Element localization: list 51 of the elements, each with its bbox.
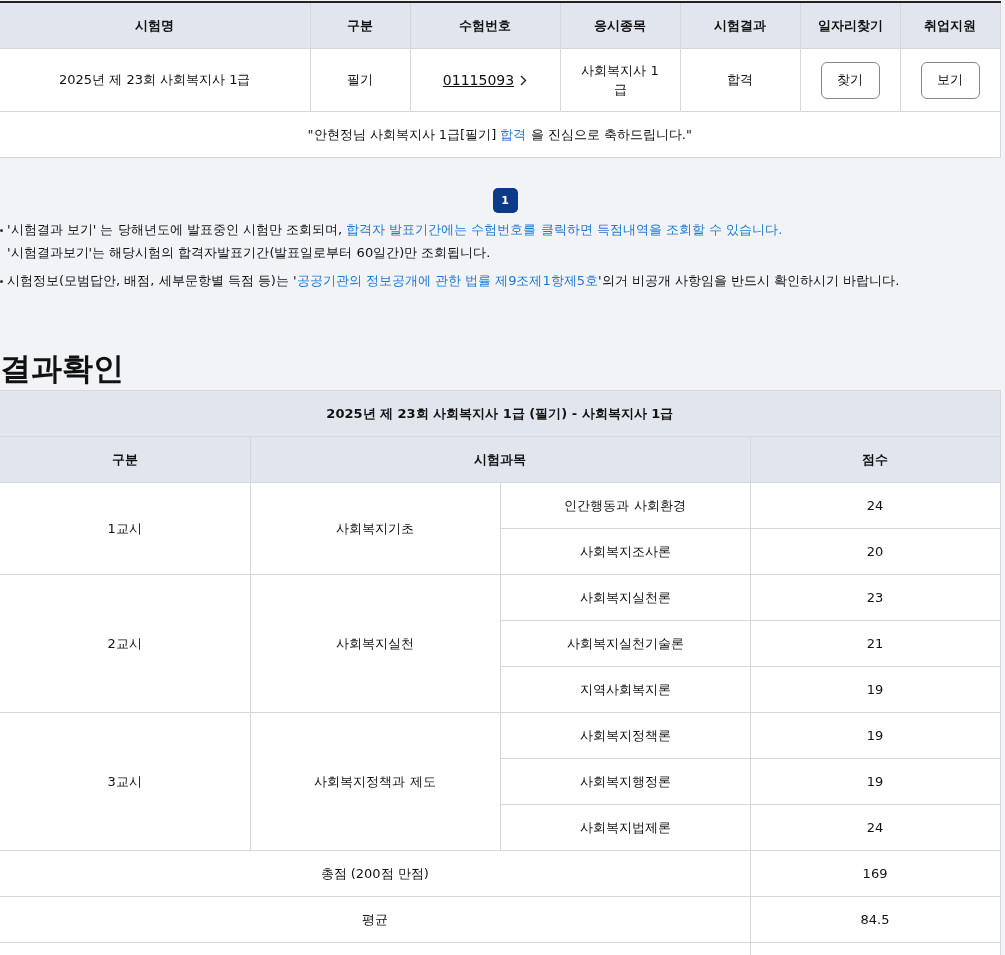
- table-cell: 총점 (200점 만점): [0, 850, 750, 897]
- page-button[interactable]: 1: [492, 188, 518, 213]
- table-cell: 지역사회복지론: [500, 666, 750, 713]
- table-cell: 사회복지정책과 제도: [250, 712, 500, 851]
- table-cell: 사회복지실천: [250, 574, 500, 713]
- column-header: 시험과목: [250, 436, 750, 483]
- table-cell: 사회복지기초: [250, 482, 500, 575]
- table-cell: 21: [750, 620, 1001, 667]
- column-header: 수험번호: [410, 2, 560, 49]
- column-header: 응시종목: [560, 2, 680, 49]
- table-cell: 1교시: [0, 482, 250, 575]
- table-cell: 인간행동과 사회환경: [500, 482, 750, 529]
- table-cell: 23: [750, 574, 1001, 621]
- column-header: 취업지원: [900, 2, 1000, 49]
- table-cell-text: 사회복지사 1급: [580, 62, 660, 99]
- table-cell: 3교시: [0, 712, 250, 851]
- chevron-right-icon: [520, 74, 528, 86]
- table-cell: 사회복지실천론: [500, 574, 750, 621]
- score-table-title: 2025년 제 23회 사회복지사 1급 (필기) - 사회복지사 1급: [0, 390, 1001, 437]
- table-cell: 필기: [310, 48, 410, 112]
- table-cell: 사회복지조사론: [500, 528, 750, 575]
- column-header: 점수: [750, 436, 1001, 483]
- table-cell: 사회복지실천기술론: [500, 620, 750, 667]
- table-cell: 19: [750, 666, 1001, 713]
- table-cell: 24: [750, 482, 1001, 529]
- column-header: 일자리찾기: [800, 2, 900, 49]
- table-cell: 합격: [680, 48, 800, 112]
- table-cell: 2025년 제 23회 사회복지사 1급: [0, 48, 310, 112]
- congratulation-message: "안현정님 사회복지사 1급[필기] 합격 을 진심으로 축하드립니다.": [307, 126, 692, 142]
- table-cell: 19: [750, 758, 1001, 805]
- table-cell: 2교시: [0, 574, 250, 713]
- find-job-button[interactable]: 찾기: [820, 61, 880, 99]
- table-cell: 19: [750, 712, 1001, 759]
- table-cell: 평균: [0, 896, 750, 943]
- view-button[interactable]: 보기: [920, 61, 980, 99]
- notice-text: 시험정보(모범답안, 배점, 세부문항별 득점 등)는 '공공기관의 정보공개에 관한 법률 제9조제1항제5호'의거 비공개 사항임을 반드시 확인하시기 바랍니다.: [7, 272, 900, 290]
- notice-text: '시험결과보기'는 해당시험의 합격자발표기간(발표일로부터 60일간)만 조회됩니다.: [7, 244, 491, 262]
- column-header: 구분: [0, 436, 250, 483]
- section-title: 결과확인: [0, 352, 125, 384]
- column-header: 구분: [310, 2, 410, 49]
- table-cell: 사회복지법제론: [500, 804, 750, 851]
- column-header: 시험명: [0, 2, 310, 49]
- table-cell: 24: [750, 804, 1001, 851]
- table-cell: 사회복지행정론: [500, 758, 750, 805]
- table-cell: 169: [750, 850, 1001, 897]
- table-cell: 사회복지정책론: [500, 712, 750, 759]
- notice-text: '시험결과 보기' 는 당해년도에 발표중인 시험만 조회되며, 합격자 발표기간에는 수험번호를 클릭하면 득점내역을 조회할 수 있습니다.: [7, 221, 783, 239]
- exam-number-link[interactable]: 01115093: [442, 72, 515, 88]
- column-header: 시험결과: [680, 2, 800, 49]
- table-cell: 20: [750, 528, 1001, 575]
- table-cell: 84.5: [750, 896, 1001, 943]
